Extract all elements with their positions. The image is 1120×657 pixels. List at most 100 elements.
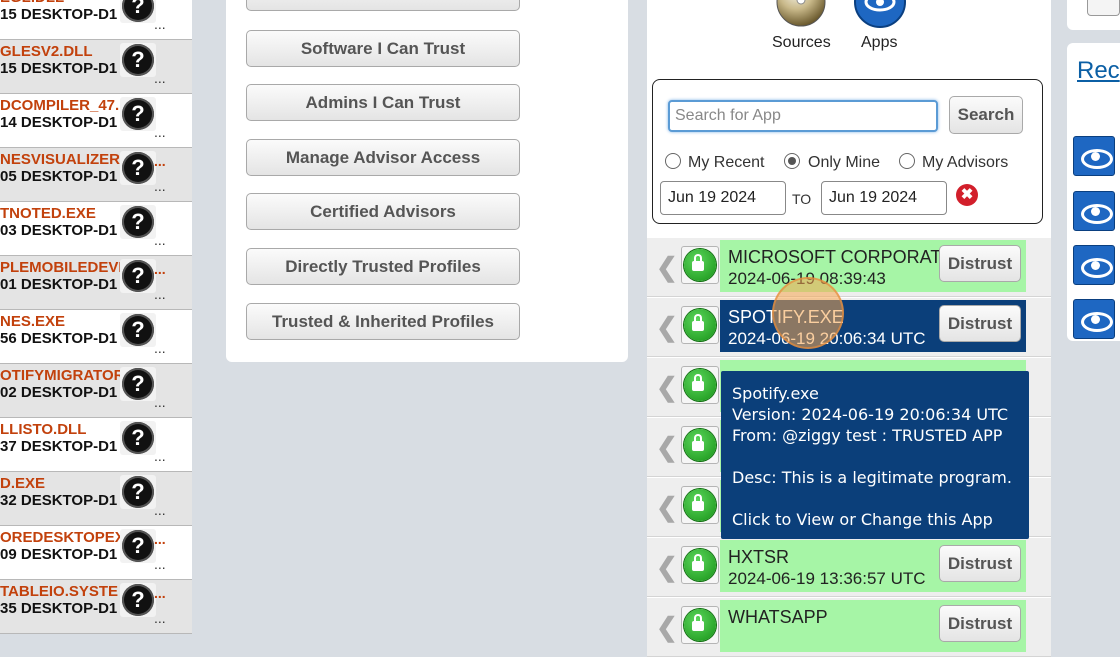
unknown-file-icon[interactable]: ? — [120, 475, 156, 509]
file-row[interactable]: LLISTO.DLL 37 DESKTOP-D1?... — [0, 418, 192, 472]
file-name[interactable]: D.EXE — [0, 475, 120, 492]
app-name[interactable]: SPOTIFY.EXE — [728, 307, 844, 328]
chevron-left-icon[interactable]: ❮ — [656, 552, 678, 583]
app-name[interactable]: HXTSR — [728, 547, 789, 568]
recent-link[interactable]: Rec — [1077, 57, 1120, 85]
app-row[interactable]: ❮ MICROSOFT CORPORATION 2024-06-19 08:39:4… — [647, 238, 1051, 297]
trusted-lock-icon[interactable] — [681, 546, 719, 584]
directly-trusted-profiles-button[interactable]: Directly Trusted Profiles — [246, 248, 520, 285]
my-recent-label[interactable]: My Recent — [688, 154, 764, 172]
recent-app-icon[interactable] — [1073, 136, 1115, 176]
unknown-file-icon[interactable]: ? — [120, 43, 156, 77]
distrust-button[interactable]: Distrust — [939, 605, 1021, 642]
file-row[interactable]: OREDESKTOPEX 09 DESKTOP-D1?...... — [0, 526, 192, 580]
file-row[interactable]: DCOMPILER_47.I 14 DESKTOP-D1?... — [0, 94, 192, 148]
manage-advisor-access-button[interactable]: Manage Advisor Access — [246, 139, 520, 176]
file-host-ellipsis: ... — [154, 286, 166, 302]
app-tooltip[interactable]: Spotify.exe Version: 2024-06-19 20:06:34… — [721, 371, 1029, 539]
file-name[interactable]: OREDESKTOPEX — [0, 529, 120, 546]
admins-i-can-trust-button[interactable]: Admins I Can Trust — [246, 84, 520, 121]
app-row[interactable]: ❮ HXTSR 2024-06-19 13:36:57 UTC Distrust — [647, 538, 1051, 597]
trusted-lock-icon[interactable] — [681, 306, 719, 344]
lock-body — [692, 381, 704, 391]
file-row[interactable]: D.EXE 32 DESKTOP-D1?... — [0, 472, 192, 526]
chevron-left-icon[interactable]: ❮ — [656, 252, 678, 283]
app-row[interactable]: ❮ WHATSAPP Distrust — [647, 598, 1051, 657]
date-from-input[interactable]: Jun 19 2024 — [660, 181, 786, 215]
file-row[interactable]: EGL.DLL15 DESKTOP-D1?... — [0, 0, 192, 40]
distrust-button[interactable]: Distrust — [939, 245, 1021, 282]
app-search-input[interactable] — [668, 100, 938, 132]
my-recent-radio[interactable] — [665, 153, 681, 169]
unknown-file-icon[interactable]: ? — [120, 583, 156, 617]
unknown-file-icon[interactable]: ? — [120, 205, 156, 239]
unknown-file-icon[interactable]: ? — [120, 313, 156, 347]
file-row[interactable]: PLEMOBILEDEVI 01 DESKTOP-D1?...... — [0, 256, 192, 310]
file-host-name: DESKTOP-D1 — [20, 114, 118, 131]
only-mine-label[interactable]: Only Mine — [808, 154, 880, 172]
file-name[interactable]: NESVISUALIZER — [0, 151, 120, 168]
trust-menu-panel: Software I Can Trust Admins I Can Trust … — [226, 0, 628, 362]
sources-icon[interactable] — [775, 0, 827, 28]
trusted-lock-icon[interactable] — [681, 246, 719, 284]
file-row[interactable]: NESVISUALIZER 05 DESKTOP-D1?...... — [0, 148, 192, 202]
menu-button-hidden[interactable] — [246, 0, 520, 11]
far-top-button[interactable] — [1087, 0, 1120, 16]
trusted-lock-icon[interactable] — [681, 426, 719, 464]
recent-app-icon[interactable] — [1073, 245, 1115, 285]
recent-app-icon[interactable] — [1073, 191, 1115, 231]
file-host-prefix: 01 — [0, 276, 17, 293]
date-to-input[interactable]: Jun 19 2024 — [821, 181, 947, 215]
certified-advisors-button[interactable]: Certified Advisors — [246, 193, 520, 230]
my-advisors-radio[interactable] — [899, 153, 915, 169]
chevron-left-icon[interactable]: ❮ — [656, 372, 678, 403]
apps-label[interactable]: Apps — [861, 34, 897, 52]
file-host-name: DESKTOP-D1 — [20, 276, 118, 293]
file-name[interactable]: OTIFYMIGRATOR — [0, 367, 120, 384]
file-name[interactable]: LLISTO.DLL — [0, 421, 120, 438]
trusted-lock-icon[interactable] — [681, 366, 719, 404]
question-mark-icon: ? — [122, 206, 154, 238]
chevron-left-icon[interactable]: ❮ — [656, 312, 678, 343]
file-row[interactable]: GLESV2.DLL 15 DESKTOP-D1?... — [0, 40, 192, 94]
app-name[interactable]: MICROSOFT CORPORATION — [728, 247, 973, 268]
file-row[interactable]: OTIFYMIGRATOR 02 DESKTOP-D1?... — [0, 364, 192, 418]
my-advisors-label[interactable]: My Advisors — [922, 154, 1008, 172]
file-name[interactable]: TNOTED.EXE — [0, 205, 120, 222]
apps-icon[interactable] — [854, 0, 906, 28]
file-host-ellipsis: ... — [154, 178, 166, 194]
app-row[interactable]: ❮ SPOTIFY.EXE 2024-06-19 20:06:34 UTC Distr… — [647, 298, 1051, 357]
file-name[interactable]: GLESV2.DLL — [0, 43, 120, 60]
recent-app-icon[interactable] — [1073, 299, 1115, 339]
chevron-left-icon[interactable]: ❮ — [656, 492, 678, 523]
unknown-file-icon[interactable]: ? — [120, 97, 156, 131]
app-name[interactable]: WHATSAPP — [728, 607, 828, 628]
trusted-inherited-profiles-button[interactable]: Trusted & Inherited Profiles — [246, 303, 520, 340]
file-row[interactable]: NES.EXE 56 DESKTOP-D1?... — [0, 310, 192, 364]
file-row[interactable]: TNOTED.EXE 03 DESKTOP-D1?... — [0, 202, 192, 256]
tooltip-description: Desc: This is a legitimate program. — [732, 468, 1012, 487]
search-button[interactable]: Search — [949, 96, 1023, 134]
distrust-button[interactable]: Distrust — [939, 545, 1021, 582]
unknown-file-icon[interactable]: ? — [120, 529, 156, 563]
file-name[interactable]: DCOMPILER_47.I — [0, 97, 120, 114]
unknown-file-icon[interactable]: ? — [120, 151, 156, 185]
software-i-can-trust-button[interactable]: Software I Can Trust — [246, 30, 520, 67]
clear-dates-icon[interactable]: ✖ — [956, 184, 978, 206]
file-name[interactable]: TABLEIO.SYSTE — [0, 583, 120, 600]
file-name-ellipsis: ... — [154, 531, 166, 547]
unknown-file-icon[interactable]: ? — [120, 421, 156, 455]
chevron-left-icon[interactable]: ❮ — [656, 612, 678, 643]
unknown-file-icon[interactable]: ? — [120, 0, 156, 23]
unknown-file-icon[interactable]: ? — [120, 367, 156, 401]
sources-label[interactable]: Sources — [772, 34, 831, 52]
only-mine-radio[interactable] — [784, 153, 800, 169]
trusted-lock-icon[interactable] — [681, 486, 719, 524]
lock-body — [692, 261, 704, 271]
file-name[interactable]: PLEMOBILEDEVI — [0, 259, 120, 276]
chevron-left-icon[interactable]: ❮ — [656, 432, 678, 463]
unknown-file-icon[interactable]: ? — [120, 259, 156, 293]
trusted-lock-icon[interactable] — [681, 606, 719, 644]
distrust-button[interactable]: Distrust — [939, 305, 1021, 342]
file-name[interactable]: NES.EXE — [0, 313, 120, 330]
